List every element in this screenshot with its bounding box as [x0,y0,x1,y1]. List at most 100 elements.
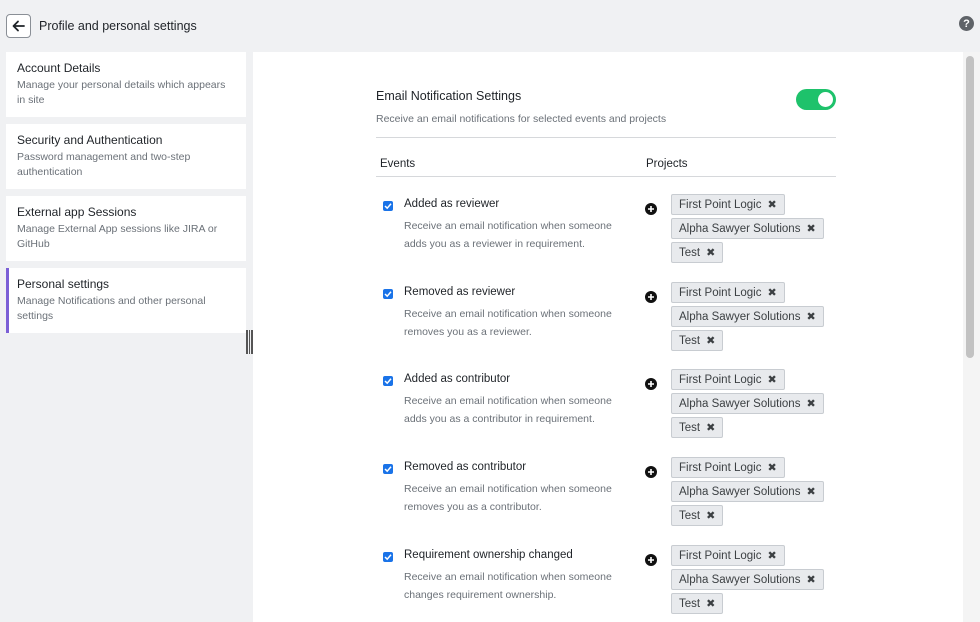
event-row-ownership-changed: Requirement ownership changed Receive an… [376,545,836,622]
remove-tag-icon[interactable]: ✖ [767,373,776,386]
project-tag-label: First Point Logic [679,286,762,299]
sidebar-item-title: External app Sessions [17,205,137,219]
remove-tag-icon[interactable]: ✖ [806,397,815,410]
scrollbar-thumb[interactable] [966,56,974,358]
project-tag-label: First Point Logic [679,198,762,211]
event-title: Requirement ownership changed [404,549,573,561]
add-project-button[interactable] [645,291,657,303]
project-tag: First Point Logic ✖ [671,457,785,478]
back-button[interactable] [6,14,31,38]
project-tag: Test ✖ [671,593,724,614]
event-title: Removed as contributor [404,461,527,473]
remove-tag-icon[interactable]: ✖ [767,549,776,562]
project-tag: First Point Logic ✖ [671,545,785,566]
project-tag: Alpha Sawyer Solutions ✖ [671,393,824,414]
sidebar-item-title: Personal settings [17,277,110,291]
add-project-button[interactable] [645,466,657,478]
remove-tag-icon[interactable]: ✖ [806,310,815,323]
remove-tag-icon[interactable]: ✖ [806,573,815,586]
remove-tag-icon[interactable]: ✖ [706,334,715,347]
event-title: Added as reviewer [404,198,500,210]
project-tag-label: Alpha Sawyer Solutions [679,397,801,410]
project-tag: Test ✖ [671,505,724,526]
sidebar-item-external-sessions[interactable]: External app Sessions Manage External Ap… [6,196,246,261]
project-tag-label: Test [679,597,701,610]
event-desc: Receive an email notification when someo… [404,395,612,425]
event-checkbox[interactable] [383,376,393,386]
project-tags: First Point Logic ✖ Alpha Sawyer Solution… [671,545,841,617]
project-tag-label: Test [679,246,701,259]
event-checkbox[interactable] [383,201,393,211]
sidebar: Account Details Manage your personal det… [6,52,246,340]
project-tag: Alpha Sawyer Solutions ✖ [671,218,824,239]
event-row-added-as-contributor: Added as contributor Receive an email no… [376,369,836,461]
project-tag-label: Test [679,334,701,347]
check-icon [384,466,392,473]
project-tags: First Point Logic ✖ Alpha Sawyer Solution… [671,369,841,441]
sidebar-item-title: Security and Authentication [17,133,163,147]
email-notifications-toggle[interactable] [796,89,836,110]
sidebar-item-desc: Password management and two-step authent… [17,151,191,178]
project-tag: Test ✖ [671,242,724,263]
remove-tag-icon[interactable]: ✖ [767,461,776,474]
project-tag: First Point Logic ✖ [671,282,785,303]
sidebar-item-title: Account Details [17,61,101,75]
remove-tag-icon[interactable]: ✖ [806,485,815,498]
event-title: Removed as reviewer [404,286,516,298]
plus-icon [648,294,654,300]
divider [376,176,836,177]
main-panel: Email Notification Settings Receive an e… [253,52,963,622]
project-tag-label: First Point Logic [679,461,762,474]
arrow-left-icon [12,20,25,32]
remove-tag-icon[interactable]: ✖ [767,286,776,299]
project-tag-label: Test [679,421,701,434]
remove-tag-icon[interactable]: ✖ [706,246,715,259]
remove-tag-icon[interactable]: ✖ [706,421,715,434]
sidebar-item-desc: Manage your personal details which appea… [17,79,226,106]
sidebar-item-account-details[interactable]: Account Details Manage your personal det… [6,52,246,117]
project-tag: First Point Logic ✖ [671,369,785,390]
check-icon [384,291,392,298]
project-tags: First Point Logic ✖ Alpha Sawyer Solution… [671,194,841,266]
remove-tag-icon[interactable]: ✖ [706,597,715,610]
event-desc: Receive an email notification when someo… [404,571,612,601]
event-row-removed-as-contributor: Removed as contributor Receive an email … [376,457,836,549]
plus-icon [648,469,654,475]
divider [376,137,836,138]
event-checkbox[interactable] [383,552,393,562]
event-checkbox[interactable] [383,464,393,474]
project-tag-label: Alpha Sawyer Solutions [679,310,801,323]
remove-tag-icon[interactable]: ✖ [706,509,715,522]
remove-tag-icon[interactable]: ✖ [767,198,776,211]
sidebar-item-desc: Manage External App sessions like JIRA o… [17,223,218,250]
remove-tag-icon[interactable]: ✖ [806,222,815,235]
sidebar-item-personal-settings[interactable]: Personal settings Manage Notifications a… [6,268,246,333]
project-tag: Alpha Sawyer Solutions ✖ [671,306,824,327]
help-icon[interactable]: ? [959,16,974,31]
project-tag: First Point Logic ✖ [671,194,785,215]
plus-icon [648,381,654,387]
sidebar-item-desc: Manage Notifications and other personal … [17,295,206,322]
project-tag-label: Alpha Sawyer Solutions [679,222,801,235]
project-tag-label: First Point Logic [679,373,762,386]
page-title: Profile and personal settings [39,19,197,33]
add-project-button[interactable] [645,554,657,566]
top-bar: Profile and personal settings ? [0,0,980,52]
event-row-added-as-reviewer: Added as reviewer Receive an email notif… [376,194,836,286]
plus-icon [648,557,654,563]
main-scrollbar[interactable] [963,52,980,622]
add-project-button[interactable] [645,378,657,390]
event-checkbox[interactable] [383,289,393,299]
event-desc: Receive an email notification when someo… [404,483,612,513]
project-tags: First Point Logic ✖ Alpha Sawyer Solution… [671,282,841,354]
plus-icon [648,206,654,212]
project-tag: Alpha Sawyer Solutions ✖ [671,481,824,502]
add-project-button[interactable] [645,203,657,215]
column-header-events: Events [380,158,416,170]
event-title: Added as contributor [404,373,511,385]
column-header-projects: Projects [646,158,688,170]
project-tag-label: First Point Logic [679,549,762,562]
project-tag: Alpha Sawyer Solutions ✖ [671,569,824,590]
sidebar-item-security[interactable]: Security and Authentication Password man… [6,124,246,189]
panel-resize-handle[interactable] [246,330,253,354]
